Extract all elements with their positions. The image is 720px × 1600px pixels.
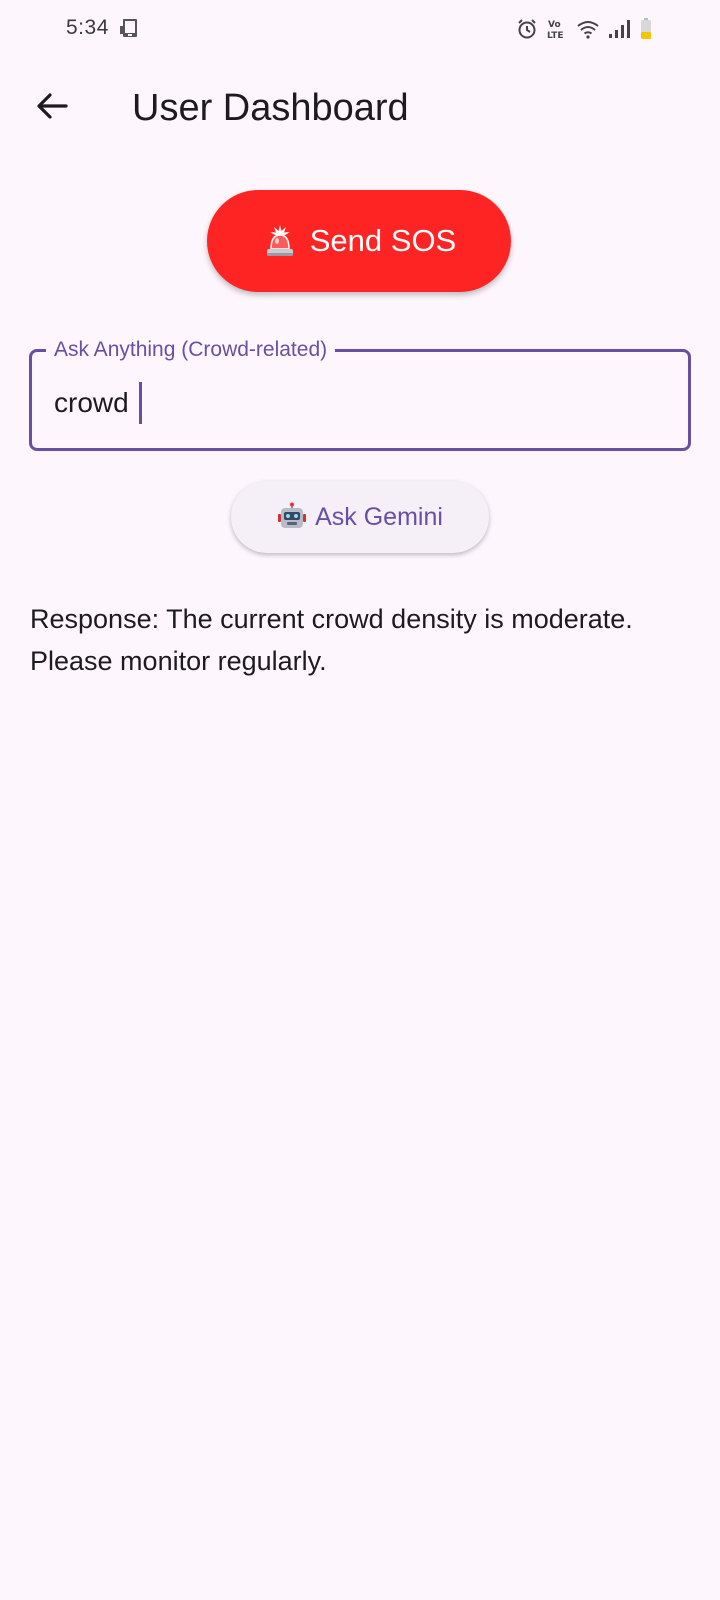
svg-text:Vo: Vo [548,20,561,30]
app-bar: User Dashboard [0,64,720,152]
back-button[interactable] [26,82,78,134]
text-cursor [138,382,142,424]
robot-icon [277,502,307,532]
send-sos-label: Send SOS [309,223,457,258]
volte-icon: Vo LTE [546,17,568,41]
battery-low-icon [640,18,652,40]
status-bar: 5:34 Vo LTE [0,0,720,60]
page-title: User Dashboard [132,87,409,129]
arrow-back-icon [35,89,69,128]
send-sos-button[interactable]: Send SOS [207,190,511,292]
ask-field-label: Ask Anything (Crowd-related) [46,337,336,363]
ask-gemini-label: Ask Gemini [315,502,443,531]
svg-text:LTE: LTE [547,31,564,41]
rotating-light-icon [262,223,298,259]
wifi-icon [576,19,600,39]
status-time: 5:34 [66,16,109,39]
tablet-notification-icon [120,18,140,40]
alarm-icon [516,18,538,40]
signal-icon [608,19,632,39]
response-text: Response: The current crowd density is m… [30,604,633,676]
ask-field-input-area[interactable]: crowd [54,382,142,424]
ask-gemini-button[interactable]: Ask Gemini [231,481,489,553]
ask-field-value: crowd [54,387,129,418]
ask-anything-field[interactable]: Ask Anything (Crowd-related) crowd [29,337,691,451]
status-icons: Vo LTE [516,16,652,42]
